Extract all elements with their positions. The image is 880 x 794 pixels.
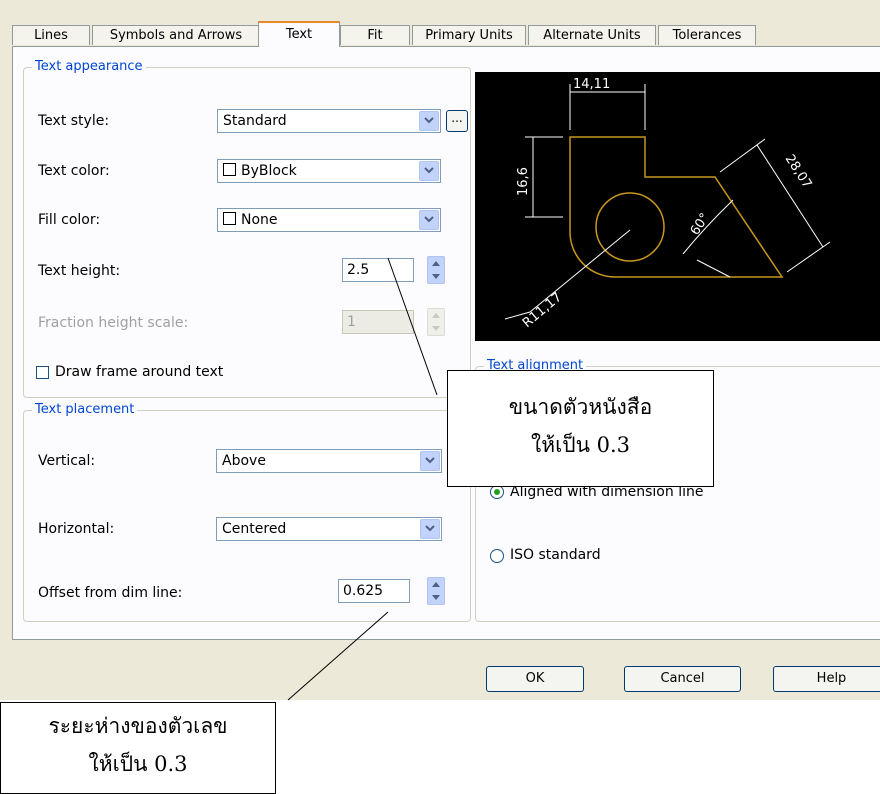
color-swatch-icon (223, 163, 236, 176)
offset-spinner[interactable] (427, 577, 445, 605)
chevron-down-icon[interactable] (420, 451, 440, 471)
color-swatch-icon (223, 212, 236, 225)
tab-primary-units[interactable]: Primary Units (412, 25, 526, 45)
fraction-height-value: 1 (347, 314, 356, 330)
help-button[interactable]: Help (773, 666, 880, 692)
tab-fit[interactable]: Fit (340, 25, 410, 45)
fill-color-dropdown[interactable]: None (217, 208, 441, 232)
offset-label: Offset from dim line: (38, 585, 183, 601)
offset-callout-line2: ให้เป็น 0.3 (88, 752, 188, 776)
horizontal-value: Centered (222, 521, 287, 537)
radio-selected-dot (494, 489, 500, 495)
offset-value: 0.625 (343, 583, 384, 599)
tab-alternate-units[interactable]: Alternate Units (528, 25, 656, 45)
text-style-value: Standard (223, 113, 287, 129)
text-height-callout: ขนาดตัวหนังสือ ให้เป็น 0.3 (447, 370, 714, 487)
fill-color-label: Fill color: (38, 212, 101, 228)
chevron-up-icon (428, 309, 444, 322)
chevron-down-icon[interactable] (419, 210, 439, 230)
fraction-height-label: Fraction height scale: (38, 315, 189, 331)
text-height-label: Text height: (38, 263, 121, 279)
text-style-browse-button[interactable]: ... (446, 110, 468, 132)
iso-standard-radio[interactable] (490, 549, 504, 563)
chevron-down-icon[interactable] (428, 591, 444, 604)
dimension-style-dialog: Lines Symbols and Arrows Text Fit Primar… (0, 0, 880, 700)
offset-input[interactable]: 0.625 (338, 579, 410, 603)
text-appearance-group: Text appearance Text style: Standard ...… (23, 59, 471, 398)
text-height-callout-line2: ให้เป็น 0.3 (530, 433, 631, 457)
draw-frame-label: Draw frame around text (55, 364, 224, 380)
dimension-preview: 14,11 16,6 28,07 60° R11,17 (475, 72, 880, 341)
preview-drawing: 14,11 16,6 28,07 60° R11,17 (504, 77, 831, 331)
chevron-down-icon[interactable] (419, 111, 439, 131)
text-color-label: Text color: (38, 163, 110, 179)
chevron-down-icon[interactable] (428, 270, 444, 283)
dim-angle-text: 60° (688, 211, 713, 238)
tab-tolerances[interactable]: Tolerances (658, 25, 756, 45)
text-placement-title: Text placement (32, 402, 138, 418)
draw-frame-checkbox[interactable] (36, 366, 49, 379)
dim-right-text: 28,07 (782, 152, 815, 191)
vertical-dropdown[interactable]: Above (216, 449, 442, 473)
chevron-up-icon[interactable] (428, 257, 444, 270)
ok-button[interactable]: OK (486, 666, 584, 692)
fill-color-value: None (241, 212, 278, 228)
text-height-input[interactable]: 2.5 (342, 258, 414, 282)
fraction-height-spinner[interactable] (427, 308, 445, 336)
dim-left-text: 16,6 (516, 167, 531, 196)
fraction-height-input[interactable]: 1 (342, 310, 414, 334)
tab-symbols-and-arrows[interactable]: Symbols and Arrows (92, 25, 260, 45)
chevron-down-icon (428, 322, 444, 335)
text-appearance-title: Text appearance (32, 59, 146, 75)
tab-text[interactable]: Text (258, 21, 340, 47)
chevron-up-icon[interactable] (428, 578, 444, 591)
text-placement-group: Text placement Vertical: Above Horizonta… (23, 402, 471, 622)
dim-radius-text: R11,17 (520, 290, 565, 331)
horizontal-label: Horizontal: (38, 521, 115, 537)
text-color-dropdown[interactable]: ByBlock (217, 159, 441, 183)
text-style-label: Text style: (38, 113, 110, 129)
vertical-value: Above (222, 453, 266, 469)
text-height-callout-line1: ขนาดตัวหนังสือ (508, 395, 653, 419)
vertical-label: Vertical: (38, 453, 96, 469)
offset-callout-line1: ระยะห่างของตัวเลข (48, 714, 228, 738)
text-style-dropdown[interactable]: Standard (217, 109, 441, 133)
offset-callout: ระยะห่างของตัวเลข ให้เป็น 0.3 (0, 702, 276, 794)
aligned-radio[interactable] (490, 485, 504, 499)
tab-lines[interactable]: Lines (12, 25, 90, 45)
chevron-down-icon[interactable] (419, 161, 439, 181)
chevron-down-icon[interactable] (420, 519, 440, 539)
text-color-value: ByBlock (241, 163, 297, 179)
text-height-spinner[interactable] (427, 256, 445, 284)
horizontal-dropdown[interactable]: Centered (216, 517, 442, 541)
text-height-value: 2.5 (347, 262, 370, 278)
dim-top-text: 14,11 (573, 77, 610, 92)
cancel-button[interactable]: Cancel (624, 666, 741, 692)
iso-standard-label: ISO standard (510, 547, 601, 563)
